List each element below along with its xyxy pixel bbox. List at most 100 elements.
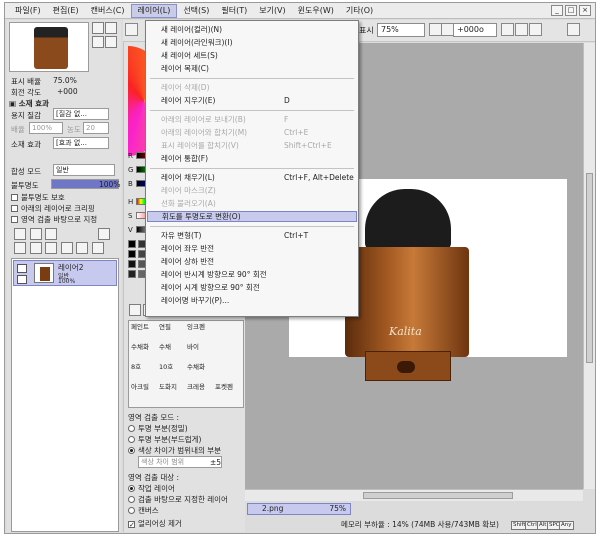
menu-item-label: 레이어 통합(F) [161, 154, 209, 163]
tool-acrylic[interactable]: 아크릴 [131, 383, 156, 403]
tool-10[interactable]: 10호 [159, 363, 184, 383]
tool-watercolor-2[interactable]: 수채화 [187, 363, 212, 383]
radio-icon [128, 485, 135, 492]
lock-icon[interactable] [60, 242, 73, 254]
layer-mask-icon[interactable] [97, 228, 110, 240]
layer-menu-item[interactable]: 새 레이어(컬러)(N) [147, 24, 357, 35]
new-linework-icon[interactable] [29, 228, 42, 240]
document-tab[interactable]: 2.png 75% [247, 503, 351, 515]
new-folder-icon[interactable] [45, 228, 58, 240]
nav-flip-icon[interactable] [105, 36, 117, 48]
menu-select[interactable]: 선택(S) [177, 4, 215, 18]
layer-menu-item[interactable]: 레이어 통합(F) [147, 153, 357, 164]
tool-binary[interactable]: 바이 [187, 343, 212, 363]
layer-menu-item[interactable]: 레이어 채우기(L) Ctrl+F, Alt+Delete [147, 172, 357, 183]
menu-view[interactable]: 보기(V) [253, 4, 291, 18]
nav-zoom-in-icon[interactable] [92, 22, 104, 34]
menu-item-shortcut: D [284, 96, 290, 105]
color-mode-icon[interactable] [125, 23, 138, 36]
paper-texture-select[interactable]: [질감 없... [53, 108, 109, 120]
vertical-scrollbar[interactable] [583, 43, 595, 489]
antialias-option[interactable]: ✓ 얼리어싱 제거 [128, 518, 182, 529]
menubar: 파일(F) 편집(E) 캔버스(C) 레이어(L) 선택(S) 필터(T) 보기… [5, 3, 595, 19]
eye-icon[interactable] [17, 264, 27, 273]
color-swatch[interactable] [128, 260, 136, 268]
clear-icon[interactable] [45, 242, 58, 254]
close-button[interactable]: × [579, 5, 591, 16]
clip-option[interactable]: 아래의 레이어로 크리핑 [11, 203, 95, 214]
menu-window[interactable]: 윈도우(W) [292, 4, 340, 18]
vertical-scroll-thumb[interactable] [586, 173, 593, 363]
minimize-button[interactable]: _ [551, 5, 563, 16]
fill-mode-option-1[interactable]: 투명 부분(부드럽게) [128, 434, 201, 445]
tool-watercolor[interactable]: 수채화 [131, 343, 156, 363]
menu-edit[interactable]: 편집(E) [47, 4, 85, 18]
opacity-protect-option[interactable]: 불투명도 보호 [11, 192, 65, 203]
menu-file[interactable]: 파일(F) [9, 4, 47, 18]
color-swatch[interactable] [128, 270, 136, 278]
effect-select[interactable]: [효과 없... [53, 137, 109, 149]
layer-row[interactable]: 레이어2 일반 100% [13, 260, 117, 286]
tool-8[interactable]: 8호 [131, 363, 156, 383]
rotate-reset-button[interactable] [529, 23, 542, 36]
fill-mode-label-2: 색상 차이가 범위내의 부분 [138, 446, 222, 455]
color-swatch[interactable] [128, 250, 136, 258]
layer-menu-item[interactable]: 휘도를 투명도로 변환(O) [147, 211, 357, 222]
fill-target-option-0[interactable]: 작업 레이어 [128, 483, 175, 494]
menu-canvas[interactable]: 캔버스(C) [85, 4, 131, 18]
layer-menu-item[interactable]: 레이어 지우기(E) D [147, 95, 357, 106]
layer-menu-item[interactable]: 레이어 상하 반전 [147, 256, 357, 267]
tool-brush[interactable]: 수채 [159, 343, 184, 363]
tool-crayon[interactable]: 크레용 [187, 383, 212, 403]
fill-target-option-2[interactable]: 캔버스 [128, 505, 159, 516]
tool-pocketpen[interactable]: 포켓펜 [215, 383, 240, 403]
layer-menu-item[interactable]: 레이어명 바꾸기(P)... [147, 295, 357, 306]
tool-pen[interactable]: 페인트 [131, 323, 156, 343]
collapse-icon[interactable]: ▣ [9, 99, 19, 108]
layer-menu-item[interactable]: 레이어 반시계 방향으로 90° 회전 [147, 269, 357, 280]
selection-tool-icon[interactable] [129, 304, 141, 316]
source-option[interactable]: 영역 검출 바탕으로 지정 [11, 214, 97, 225]
menu-others[interactable]: 기타(O) [340, 4, 379, 18]
tool-inkpen[interactable]: 잉크펜 [187, 323, 212, 343]
color-swatch[interactable] [128, 240, 136, 248]
fill-icon[interactable] [76, 242, 89, 254]
lock-toggle-icon[interactable] [17, 275, 27, 284]
radio-icon [128, 496, 135, 503]
fill-target-option-1[interactable]: 검출 바탕으로 지정한 레이어 [128, 494, 228, 505]
layer-menu-item[interactable]: 새 레이어(라인워크)(I) [147, 37, 357, 48]
zoom-select[interactable]: 75% [377, 23, 425, 37]
trash-icon[interactable] [91, 242, 104, 254]
strength-field[interactable]: 20 [83, 122, 109, 134]
grinder-top [365, 189, 451, 251]
horizontal-scroll-thumb[interactable] [363, 492, 513, 499]
new-layer-icon[interactable] [14, 228, 26, 240]
tool-pencil[interactable]: 연필 [159, 323, 184, 343]
rotate-left-button[interactable] [501, 23, 514, 36]
menu-layer[interactable]: 레이어(L) [130, 3, 178, 18]
scale-field[interactable]: 100% [29, 122, 63, 134]
fill-mode-option-2[interactable]: 색상 차이가 범위내의 부분 [128, 445, 221, 456]
layer-menu-item[interactable]: 새 레이어 세트(S) [147, 50, 357, 61]
blend-mode-select[interactable]: 일반 [53, 164, 115, 176]
layer-menu-item[interactable]: 자유 변형(T) Ctrl+T [147, 230, 357, 241]
layer-menu-item[interactable]: 레이어 복제(C) [147, 63, 357, 74]
layer-menu-item[interactable]: 레이어 시계 방향으로 90° 회전 [147, 282, 357, 293]
navigator-thumbnail[interactable] [9, 22, 89, 72]
move-down-icon[interactable] [14, 242, 26, 254]
fill-target-label-0: 작업 레이어 [138, 484, 175, 493]
nav-zoom-out-icon[interactable] [105, 22, 117, 34]
fill-mode-option-0[interactable]: 투명 부분(정밀) [128, 423, 188, 434]
merge-icon[interactable] [29, 242, 42, 254]
angle-select[interactable]: +000o [453, 23, 497, 37]
menu-filter[interactable]: 필터(T) [215, 4, 253, 18]
rotate-right-button[interactable] [515, 23, 528, 36]
antialias-toggle-icon[interactable] [567, 23, 580, 36]
app-window: 파일(F) 편집(E) 캔버스(C) 레이어(L) 선택(S) 필터(T) 보기… [4, 2, 596, 534]
maximize-button[interactable]: □ [565, 5, 577, 16]
source-label: 영역 검출 바탕으로 지정 [21, 215, 98, 224]
horizontal-scrollbar[interactable] [245, 489, 583, 501]
layer-menu-item[interactable]: 레이어 좌우 반전 [147, 243, 357, 254]
nav-reset-icon[interactable] [92, 36, 104, 48]
tool-paper[interactable]: 도화지 [159, 383, 184, 403]
